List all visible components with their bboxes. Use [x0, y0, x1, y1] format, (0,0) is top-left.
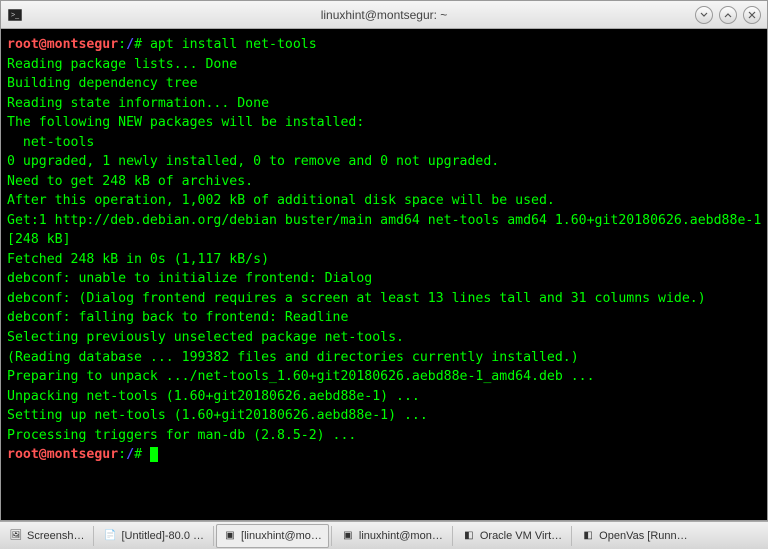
taskbar-item-label: OpenVas [Runn…	[599, 530, 687, 542]
taskbar-item[interactable]: ▣ [linuxhint@mo…	[216, 524, 329, 548]
taskbar-item-label: Screensh…	[27, 530, 84, 542]
terminal-body[interactable]: root@montsegur:/# apt install net-tools …	[1, 29, 767, 520]
app-icon: ▣	[341, 529, 355, 543]
prompt-sep: :	[118, 447, 126, 462]
cursor	[150, 447, 158, 462]
output-line: Reading state information... Done	[7, 96, 269, 111]
output-line: After this operation, 1,002 kB of additi…	[7, 193, 555, 208]
output-line: Need to get 248 kB of archives.	[7, 174, 253, 189]
terminal-window: >_ linuxhint@montsegur: ~ root@montsegur…	[0, 0, 768, 521]
taskbar-separator	[331, 526, 332, 546]
taskbar: 🖼 Screensh… 📄 [Untitled]-80.0 … ▣ [linuxhint@…	[0, 521, 768, 549]
taskbar-item-label: linuxhint@mon…	[359, 530, 443, 542]
output-line: 0 upgraded, 1 newly installed, 0 to remo…	[7, 154, 499, 169]
output-line: The following NEW packages will be insta…	[7, 115, 364, 130]
taskbar-item-label: [Untitled]-80.0 …	[121, 530, 204, 542]
window-controls	[695, 6, 761, 24]
output-line: debconf: unable to initialize frontend: …	[7, 271, 372, 286]
prompt-symbol: #	[134, 37, 150, 52]
output-line: Reading package lists... Done	[7, 57, 237, 72]
app-icon: ▣	[223, 529, 237, 543]
minimize-button[interactable]	[695, 6, 713, 24]
prompt-user-host: root@montsegur	[7, 447, 118, 462]
app-icon: 🖼	[9, 529, 23, 543]
taskbar-item-label: [linuxhint@mo…	[241, 530, 322, 542]
output-line: Selecting previously unselected package …	[7, 330, 404, 345]
svg-text:>_: >_	[11, 12, 19, 19]
prompt-user-host: root@montsegur	[7, 37, 118, 52]
output-line: Fetched 248 kB in 0s (1,117 kB/s)	[7, 252, 269, 267]
output-line: Get:1 http://deb.debian.org/debian buste…	[7, 213, 767, 248]
prompt-sep: :	[118, 37, 126, 52]
app-icon: ◧	[581, 529, 595, 543]
taskbar-item[interactable]: 🖼 Screensh…	[2, 524, 91, 548]
command-text: apt install net-tools	[150, 37, 317, 52]
taskbar-item-label: Oracle VM Virt…	[480, 530, 562, 542]
taskbar-separator	[571, 526, 572, 546]
app-icon: 📄	[103, 529, 117, 543]
taskbar-separator	[452, 526, 453, 546]
prompt-path: /	[126, 37, 134, 52]
output-line: Building dependency tree	[7, 76, 198, 91]
taskbar-item[interactable]: ◧ OpenVas [Runn…	[574, 524, 694, 548]
output-line: Processing triggers for man-db (2.8.5-2)…	[7, 428, 356, 443]
taskbar-item[interactable]: 📄 [Untitled]-80.0 …	[96, 524, 211, 548]
output-line: debconf: (Dialog frontend requires a scr…	[7, 291, 706, 306]
output-line: debconf: falling back to frontend: Readl…	[7, 310, 348, 325]
taskbar-separator	[93, 526, 94, 546]
taskbar-separator	[213, 526, 214, 546]
output-line: net-tools	[7, 135, 94, 150]
output-line: Unpacking net-tools (1.60+git20180626.ae…	[7, 389, 420, 404]
terminal-icon: >_	[7, 7, 23, 23]
output-line: Setting up net-tools (1.60+git20180626.a…	[7, 408, 428, 423]
close-button[interactable]	[743, 6, 761, 24]
maximize-button[interactable]	[719, 6, 737, 24]
app-icon: ◧	[462, 529, 476, 543]
taskbar-item[interactable]: ▣ linuxhint@mon…	[334, 524, 450, 548]
output-line: Preparing to unpack .../net-tools_1.60+g…	[7, 369, 595, 384]
output-line: (Reading database ... 199382 files and d…	[7, 350, 579, 365]
prompt-path: /	[126, 447, 134, 462]
titlebar: >_ linuxhint@montsegur: ~	[1, 1, 767, 29]
window-title: linuxhint@montsegur: ~	[321, 8, 448, 22]
taskbar-item[interactable]: ◧ Oracle VM Virt…	[455, 524, 569, 548]
prompt-symbol: #	[134, 447, 150, 462]
